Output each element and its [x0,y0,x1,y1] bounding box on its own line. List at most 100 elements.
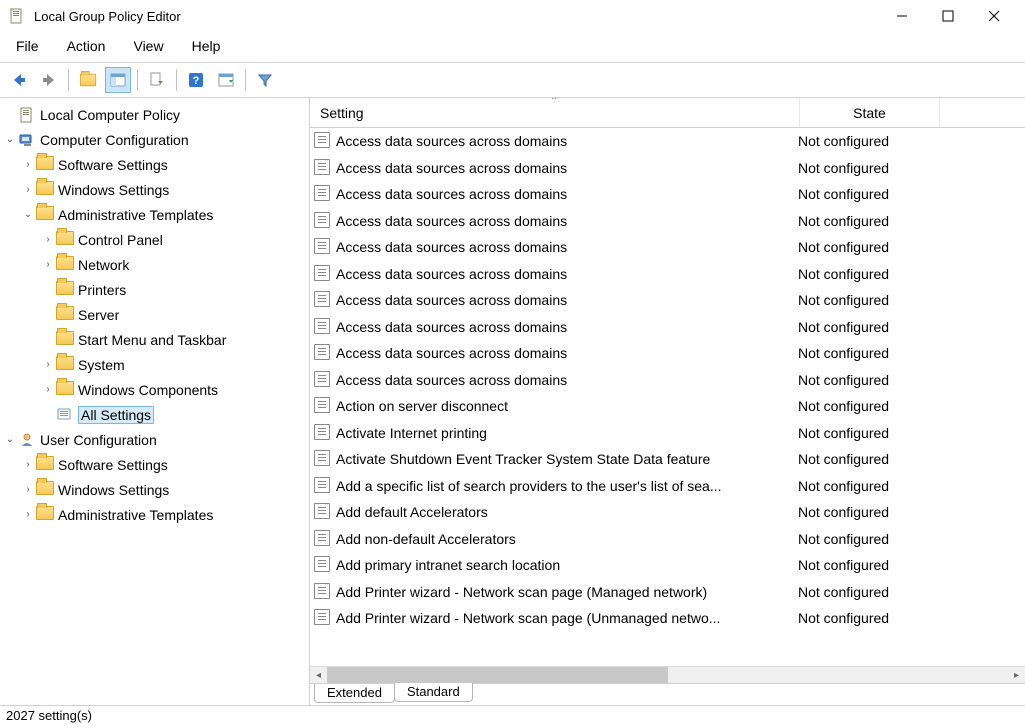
tree-uc-software[interactable]: › Software Settings [0,452,309,477]
show-hide-tree-button[interactable] [105,67,131,93]
list-row[interactable]: Activate Internet printingNot configured [310,420,1025,447]
tab-extended[interactable]: Extended [314,684,395,703]
list-row[interactable]: Add default AcceleratorsNot configured [310,499,1025,526]
scroll-track[interactable] [327,667,1008,683]
policy-item-icon [314,530,332,548]
scroll-right-icon[interactable]: ▸ [1008,670,1025,681]
state-text: Not configured [798,451,938,467]
list-row[interactable]: Add non-default AcceleratorsNot configur… [310,526,1025,553]
sort-ascending-icon: ⌃ [550,98,558,107]
list-row[interactable]: Action on server disconnectNot configure… [310,393,1025,420]
policy-item-icon [314,132,332,150]
list-row[interactable]: Access data sources across domainsNot co… [310,128,1025,155]
state-text: Not configured [798,372,938,388]
tree-uc-windows[interactable]: › Windows Settings [0,477,309,502]
folder-icon [36,206,54,224]
list-body[interactable]: Access data sources across domainsNot co… [310,128,1025,666]
tree-software-settings[interactable]: › Software Settings [0,152,309,177]
tab-standard[interactable]: Standard [394,683,473,702]
list-row[interactable]: Add a specific list of search providers … [310,473,1025,500]
list-row[interactable]: Access data sources across domainsNot co… [310,340,1025,367]
chevron-down-icon[interactable]: ⌄ [2,134,18,145]
chevron-right-icon[interactable]: › [20,459,36,470]
list-row[interactable]: Add Printer wizard - Network scan page (… [310,579,1025,606]
export-list-button[interactable] [144,67,170,93]
chevron-right-icon[interactable]: › [20,184,36,195]
status-text: 2027 setting(s) [6,708,92,723]
list-row[interactable]: Access data sources across domainsNot co… [310,155,1025,182]
minimize-button[interactable] [879,0,925,32]
tree-pane[interactable]: ▶ Local Computer Policy ⌄ Computer Confi… [0,98,310,705]
tree-system[interactable]: › System [0,352,309,377]
chevron-right-icon[interactable]: › [40,259,56,270]
tree-server[interactable]: › Server [0,302,309,327]
list-row[interactable]: Access data sources across domainsNot co… [310,261,1025,288]
state-text: Not configured [798,292,938,308]
bottom-tabs: Extended Standard [310,683,1025,705]
up-button[interactable] [75,67,101,93]
chevron-down-icon[interactable]: ⌄ [2,434,18,445]
tree-all-settings[interactable]: › All Settings [0,402,309,427]
setting-text: Access data sources across domains [336,345,798,361]
setting-text: Add Printer wizard - Network scan page (… [336,610,798,626]
list-row[interactable]: Add Printer wizard - Network scan page (… [310,605,1025,632]
menu-action[interactable]: Action [63,36,110,56]
folder-icon [56,306,74,324]
policy-item-icon [314,212,332,230]
list-row[interactable]: Access data sources across domainsNot co… [310,181,1025,208]
back-button[interactable] [6,67,32,93]
policy-item-icon [314,450,332,468]
list-row[interactable]: Access data sources across domainsNot co… [310,367,1025,394]
chevron-down-icon[interactable]: ⌄ [20,209,36,220]
menu-view[interactable]: View [129,36,167,56]
close-button[interactable] [971,0,1017,32]
menu-help[interactable]: Help [188,36,225,56]
tree-label: Software Settings [58,457,168,473]
tree-label: Local Computer Policy [40,107,180,123]
chevron-right-icon[interactable]: › [20,509,36,520]
tree-user-config[interactable]: ⌄ User Configuration [0,427,309,452]
tree-network[interactable]: › Network [0,252,309,277]
policy-item-icon [314,397,332,415]
horizontal-scrollbar[interactable]: ◂ ▸ [310,666,1025,683]
filter-button[interactable] [252,67,278,93]
tree-windows-components[interactable]: › Windows Components [0,377,309,402]
chevron-right-icon[interactable]: › [20,484,36,495]
tree-uc-admin[interactable]: › Administrative Templates [0,502,309,527]
chevron-right-icon[interactable]: › [40,359,56,370]
list-row[interactable]: Add primary intranet search locationNot … [310,552,1025,579]
tree-computer-config[interactable]: ⌄ Computer Configuration [0,127,309,152]
tree-admin-templates[interactable]: ⌄ Administrative Templates [0,202,309,227]
menu-file[interactable]: File [12,36,43,56]
forward-button[interactable] [36,67,62,93]
tree-windows-settings[interactable]: › Windows Settings [0,177,309,202]
maximize-button[interactable] [925,0,971,32]
setting-text: Action on server disconnect [336,398,798,414]
chevron-right-icon[interactable]: › [20,159,36,170]
list-row[interactable]: Access data sources across domainsNot co… [310,314,1025,341]
setting-text: Add non-default Accelerators [336,531,798,547]
list-row[interactable]: Access data sources across domainsNot co… [310,234,1025,261]
scroll-left-icon[interactable]: ◂ [310,670,327,681]
tree-root[interactable]: ▶ Local Computer Policy [0,102,309,127]
properties-button[interactable] [213,67,239,93]
chevron-right-icon[interactable]: › [40,384,56,395]
main-area: ▶ Local Computer Policy ⌄ Computer Confi… [0,98,1025,706]
tree-printers[interactable]: › Printers [0,277,309,302]
state-text: Not configured [798,133,938,149]
column-state[interactable]: State [800,98,940,127]
tree-label: Administrative Templates [58,207,213,223]
policy-item-icon [314,503,332,521]
tree-control-panel[interactable]: › Control Panel [0,227,309,252]
list-row[interactable]: Access data sources across domainsNot co… [310,208,1025,235]
tree-start-menu[interactable]: › Start Menu and Taskbar [0,327,309,352]
list-row[interactable]: Access data sources across domainsNot co… [310,287,1025,314]
state-text: Not configured [798,319,938,335]
scroll-thumb[interactable] [327,667,668,683]
chevron-right-icon[interactable]: › [40,234,56,245]
list-row[interactable]: Activate Shutdown Event Tracker System S… [310,446,1025,473]
help-button[interactable]: ? [183,67,209,93]
column-label: State [853,105,886,121]
policy-root-icon [18,106,36,124]
state-text: Not configured [798,610,938,626]
